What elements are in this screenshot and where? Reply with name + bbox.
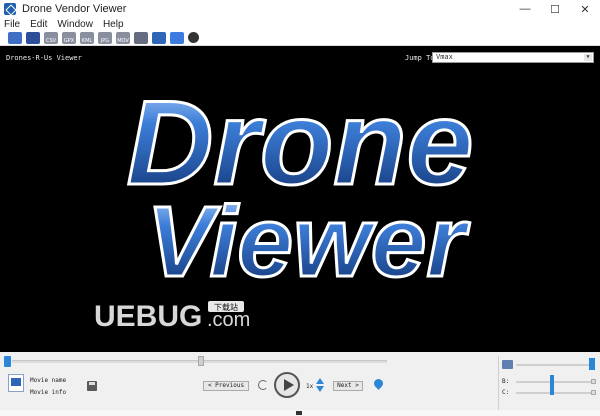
previous-button[interactable]: < Previous (203, 381, 249, 391)
watermark-suffix: .com (207, 309, 250, 331)
b-slider-track[interactable] (516, 381, 592, 383)
stack-icon[interactable] (26, 31, 40, 44)
b-end-box[interactable] (591, 379, 596, 384)
watermark-badge: 下载站 (214, 302, 238, 312)
menu-window[interactable]: Window (57, 19, 93, 30)
jpg-file-icon[interactable]: JPG (98, 31, 112, 44)
timeline-start-handle[interactable] (4, 356, 11, 367)
speed-up-icon[interactable] (316, 378, 324, 384)
grid-icon[interactable] (170, 31, 184, 44)
c-label: C: (502, 389, 510, 396)
play-button[interactable] (274, 372, 300, 398)
menu-help[interactable]: Help (103, 19, 124, 30)
c-slider-track[interactable] (516, 392, 592, 394)
csv-label: CSV (45, 37, 57, 44)
b-label: B: (502, 378, 510, 385)
window-controls: — ☐ ✕ (510, 0, 600, 18)
volume-icon[interactable] (502, 360, 513, 369)
resize-handle[interactable] (296, 411, 302, 415)
movie-icon[interactable] (8, 374, 24, 392)
video-viewer[interactable]: Drone Viewer UEBUG .com 下载站 Drones-R-Us … (0, 46, 600, 352)
bottom-strip (0, 410, 600, 416)
jpg-label: JPG (100, 37, 110, 44)
save-icon[interactable] (87, 381, 97, 391)
playback-controls: Movie name Movie info < Previous 1x Next… (0, 352, 600, 416)
mov-file-icon[interactable]: MOV (116, 31, 130, 44)
title-bar: Drone Vendor Viewer — ☐ ✕ (0, 0, 600, 18)
menu-file[interactable]: File (4, 19, 20, 30)
viewer-title: Drones-R-Us Viewer (6, 54, 82, 62)
volume-track[interactable] (516, 364, 592, 366)
menu-edit[interactable]: Edit (30, 19, 47, 30)
open-folder-icon[interactable] (8, 31, 22, 44)
csv-file-icon[interactable]: CSV (44, 31, 58, 44)
menu-bar: File Edit Window Help (0, 18, 600, 30)
speed-label: 1x (306, 383, 314, 390)
divider (498, 356, 499, 412)
next-button[interactable]: Next > (333, 381, 363, 391)
minimize-button[interactable]: — (510, 0, 540, 18)
maximize-button[interactable]: ☐ (540, 0, 570, 18)
speed-down-icon[interactable] (316, 386, 324, 392)
timeline-thumb[interactable] (198, 356, 204, 366)
jump-to-select[interactable]: Vmax ▼ (432, 52, 594, 63)
chevron-down-icon[interactable]: ▼ (584, 54, 592, 61)
toolbar: CSV GPX KML JPG MOV (0, 30, 600, 46)
watermark-text: UEBUG (94, 300, 202, 333)
close-button[interactable]: ✕ (570, 0, 600, 18)
mov-label: MOV (117, 37, 129, 44)
bc-slider-thumb[interactable] (550, 375, 554, 395)
logo-line-2: Viewer (147, 186, 471, 298)
gpx-file-icon[interactable]: GPX (62, 31, 76, 44)
replay-icon[interactable] (258, 380, 268, 390)
window-title: Drone Vendor Viewer (22, 3, 127, 15)
c-end-box[interactable] (591, 390, 596, 395)
app-icon (4, 3, 16, 15)
kml-label: KML (81, 37, 93, 44)
kml-file-icon[interactable]: KML (80, 31, 94, 44)
jump-to-value: Vmax (436, 53, 453, 61)
clip-icon[interactable] (134, 31, 148, 44)
gpx-label: GPX (63, 37, 75, 44)
camera-icon[interactable] (152, 31, 166, 44)
movie-name-label: Movie name (30, 377, 67, 384)
drone-viewer-logo: Drone Viewer UEBUG .com 下载站 (94, 75, 475, 334)
volume-thumb[interactable] (589, 358, 595, 370)
settings-icon[interactable] (188, 32, 199, 43)
location-pin-icon[interactable] (372, 377, 385, 390)
movie-info-label: Movie info (30, 389, 67, 396)
